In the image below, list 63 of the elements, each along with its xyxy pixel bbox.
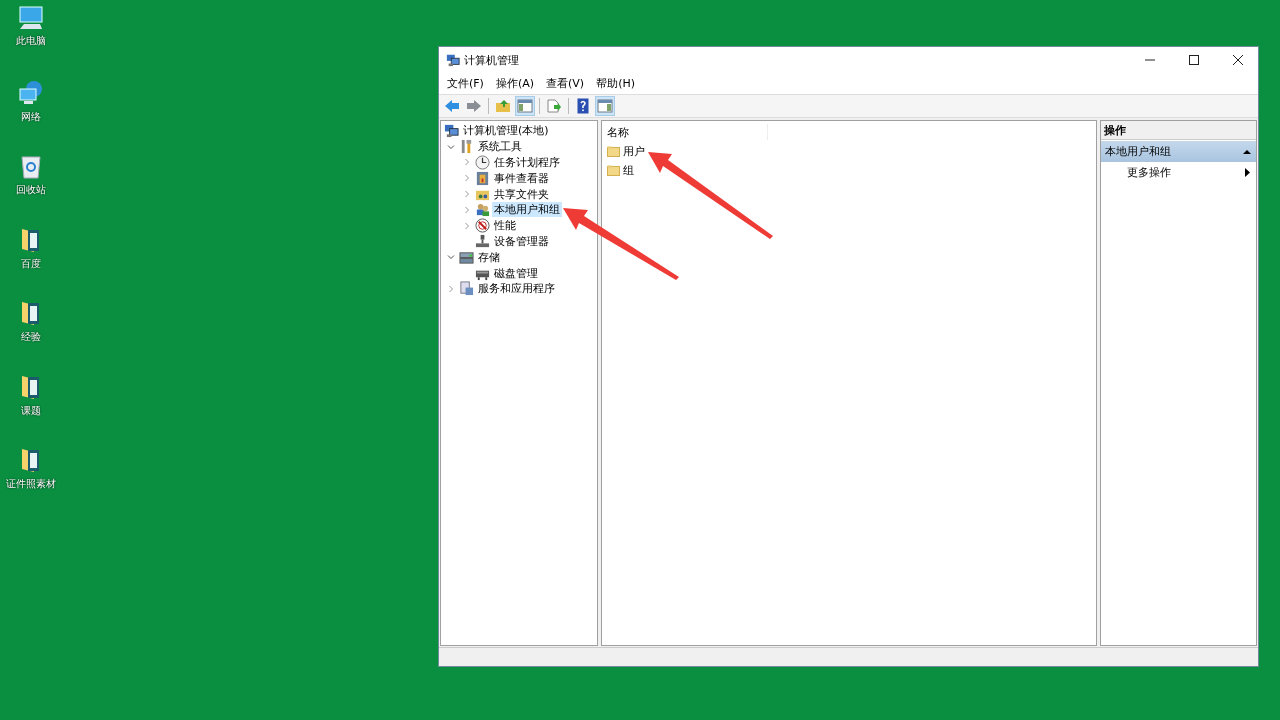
expand-chevron-icon[interactable] — [446, 284, 455, 293]
menu-item[interactable]: 文件(F) — [441, 76, 490, 91]
services-icon — [459, 281, 474, 297]
computer-icon — [444, 123, 459, 139]
network-icon — [18, 79, 44, 106]
desktop-icon-label[interactable]: 经验 — [21, 330, 41, 344]
computer-icon — [18, 6, 44, 30]
tree-item[interactable]: 存储 — [476, 249, 502, 265]
desktop-icon-label[interactable]: 课题 — [21, 403, 41, 418]
panel-icon[interactable] — [515, 96, 535, 116]
folder-icon — [607, 146, 620, 157]
tree-item[interactable]: 设备管理器 — [492, 233, 551, 249]
collapse-chevron-icon[interactable] — [446, 142, 455, 151]
maximize-icon — [1189, 55, 1199, 65]
desktop-icon-label[interactable]: 证件照素材 — [6, 477, 56, 491]
tools-icon — [459, 139, 474, 155]
tree-item[interactable]: 任务计划程序 — [492, 155, 562, 170]
desktop-icon-label[interactable]: 百度 — [21, 256, 41, 271]
expand-chevron-icon[interactable] — [462, 190, 471, 199]
viewer-icon — [475, 170, 490, 186]
tree-item[interactable]: 计算机管理(本地) — [461, 123, 551, 139]
gauge-icon — [475, 218, 490, 234]
menu-item[interactable]: 操作(A) — [489, 76, 541, 91]
computer-management-icon — [446, 53, 460, 67]
tree-item[interactable]: 共享文件夹 — [492, 186, 551, 202]
tree-item[interactable]: 事件查看器 — [492, 170, 551, 186]
desktop-icon-label[interactable]: 网络 — [21, 109, 41, 124]
close-icon — [1233, 55, 1243, 65]
folder-icon — [20, 226, 42, 253]
minimize-icon — [1145, 59, 1155, 61]
collapse-chevron-icon[interactable] — [446, 253, 455, 262]
actions-header: 操作 — [1101, 121, 1256, 140]
desktop-icon-label[interactable]: 此电脑 — [16, 34, 46, 48]
device-icon — [475, 233, 490, 249]
actions-section-header[interactable]: 本地用户和组 — [1101, 141, 1256, 162]
expand-chevron-icon[interactable] — [462, 174, 471, 183]
folder-icon — [20, 300, 42, 326]
clock-icon — [475, 155, 490, 170]
storage-icon — [459, 249, 474, 265]
expand-chevron-icon[interactable] — [462, 205, 471, 214]
tree-item[interactable]: 本地用户和组 — [492, 202, 562, 218]
tree-item[interactable]: 磁盘管理 — [492, 265, 540, 281]
export-icon[interactable] — [544, 96, 564, 116]
window-title: 计算机管理 — [464, 52, 520, 68]
menu-item[interactable]: 帮助(H) — [590, 76, 641, 91]
list-item[interactable]: 组 — [623, 163, 634, 178]
users-icon — [475, 202, 490, 218]
folder-icon — [20, 373, 42, 400]
column-header[interactable]: 名称 — [607, 124, 768, 140]
folder-icon — [607, 165, 620, 176]
action-item[interactable]: 更多操作 — [1101, 162, 1256, 183]
panel-icon[interactable] — [595, 96, 615, 116]
tree-item[interactable]: 服务和应用程序 — [476, 281, 557, 297]
section-title: 本地用户和组 — [1105, 144, 1171, 159]
desktop-icon-label[interactable]: 回收站 — [16, 183, 46, 197]
list-item[interactable]: 用户 — [623, 144, 645, 159]
expand-chevron-icon[interactable] — [462, 158, 471, 167]
tree-item[interactable]: 系统工具 — [476, 139, 524, 155]
menu-item[interactable]: 查看(V) — [540, 76, 591, 91]
expand-chevron-icon[interactable] — [462, 221, 471, 230]
recycle-bin-icon — [19, 153, 43, 179]
tree-item[interactable]: 性能 — [492, 218, 518, 234]
folder-icon — [20, 447, 42, 473]
